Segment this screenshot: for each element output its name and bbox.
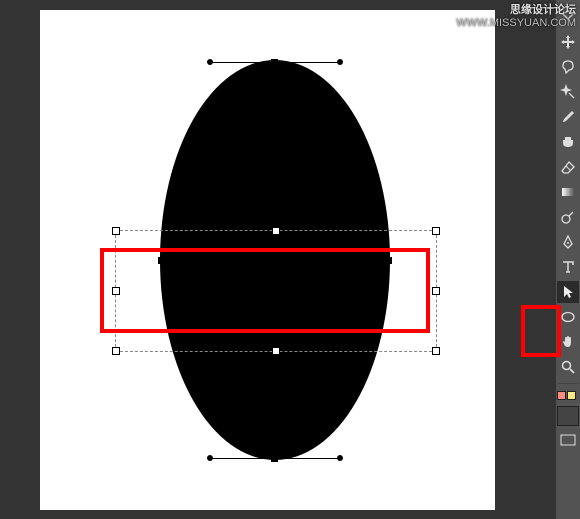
handle-tl[interactable] (112, 227, 120, 235)
dodge-tool[interactable] (557, 206, 579, 228)
ctrl-point[interactable] (207, 59, 213, 65)
tools-toolbar (556, 0, 580, 519)
color-swatches (557, 391, 579, 400)
lasso-tool[interactable] (557, 56, 579, 78)
clone-stamp-tool[interactable] (557, 131, 579, 153)
handle-tr[interactable] (432, 227, 440, 235)
pen-tool[interactable] (557, 231, 579, 253)
canvas-frame (30, 10, 505, 510)
watermark: 思缘设计论坛 WWW.MISSYUAN.COM (456, 4, 576, 30)
zoom-tool[interactable] (557, 356, 579, 378)
path-selection-tool[interactable] (557, 281, 579, 303)
screen-mode-icon[interactable] (557, 429, 579, 451)
swatch[interactable] (567, 391, 576, 400)
handle-bl[interactable] (112, 347, 120, 355)
watermark-line2: WWW.MISSYUAN.COM (456, 17, 576, 29)
magic-wand-tool[interactable] (557, 81, 579, 103)
divider (558, 383, 578, 384)
eraser-tool[interactable] (557, 156, 579, 178)
brush-tool[interactable] (557, 106, 579, 128)
path-anchor-bottom[interactable] (271, 455, 278, 462)
annotation-rect-canvas (100, 248, 430, 333)
handle-br[interactable] (432, 347, 440, 355)
watermark-line1: 思缘设计论坛 (510, 4, 576, 16)
app-root: 思缘设计论坛 WWW.MISSYUAN.COM (0, 0, 580, 519)
ctrl-point[interactable] (337, 59, 343, 65)
canvas[interactable] (40, 10, 495, 510)
gradient-tool[interactable] (557, 181, 579, 203)
swatch[interactable] (557, 391, 566, 400)
handle-tm[interactable] (272, 227, 280, 235)
annotation-rect-toolbar (521, 305, 561, 357)
type-tool[interactable] (557, 256, 579, 278)
ctrl-point[interactable] (337, 455, 343, 461)
handle-bm[interactable] (272, 347, 280, 355)
move-tool[interactable] (557, 31, 579, 53)
handle-mr[interactable] (432, 287, 440, 295)
path-anchor-top[interactable] (271, 59, 278, 66)
ctrl-point[interactable] (207, 455, 213, 461)
quick-mask-icon[interactable] (557, 406, 579, 426)
